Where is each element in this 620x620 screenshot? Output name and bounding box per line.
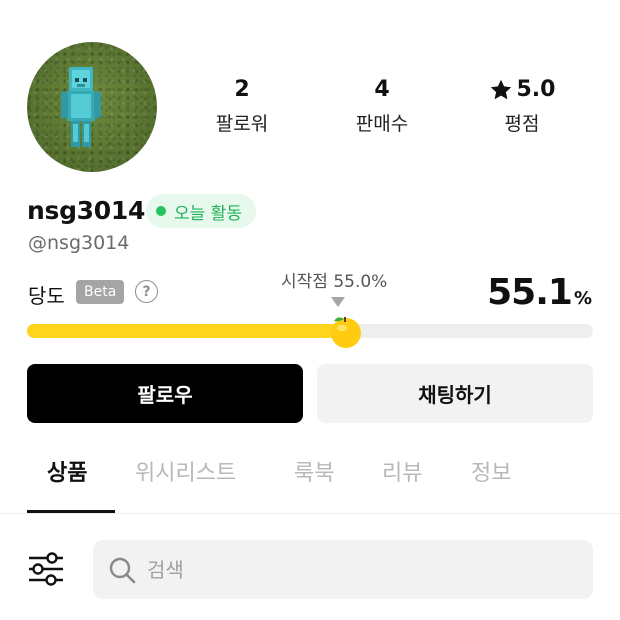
- stat-label: 판매수: [355, 113, 409, 135]
- stat-followers[interactable]: 2 팔로워: [182, 76, 302, 138]
- sweetness-number: 55.1: [487, 272, 573, 313]
- stat-value: 2: [234, 77, 250, 102]
- username: nsg3014: [27, 196, 146, 225]
- stat-label: 평점: [504, 113, 540, 135]
- help-icon[interactable]: ?: [135, 280, 158, 303]
- tab-wishlist[interactable]: 위시리스트: [135, 455, 236, 487]
- stat-rating[interactable]: 5.0 평점: [462, 76, 582, 138]
- lemon-icon: [331, 317, 361, 348]
- user-handle: @nsg3014: [28, 232, 130, 254]
- sweetness-bar: [27, 324, 593, 338]
- active-tab-indicator: [27, 510, 115, 513]
- activity-badge: 오늘 활동: [146, 194, 256, 228]
- stat-value: 5.0: [516, 77, 556, 102]
- follow-button[interactable]: 팔로우: [27, 364, 303, 423]
- activity-badge-label: 오늘 활동: [174, 203, 242, 224]
- profile-tabs: 상품 위시리스트 룩북 리뷰 정보: [0, 440, 620, 514]
- tab-info[interactable]: 정보: [471, 455, 511, 487]
- profile-stats: 2 팔로워 4 판매수 5.0 평점: [180, 76, 610, 146]
- sweetness-bar-fill: [27, 324, 339, 338]
- stat-value: 4: [374, 77, 390, 102]
- star-icon: [490, 79, 511, 100]
- chat-button[interactable]: 채팅하기: [317, 364, 593, 423]
- start-point-marker-icon: [331, 297, 345, 307]
- beta-badge: Beta: [76, 280, 125, 304]
- sweetness-label: 당도: [28, 284, 65, 308]
- online-dot-icon: [156, 206, 166, 216]
- search-icon: [109, 557, 136, 583]
- filter-icon[interactable]: [27, 550, 65, 588]
- stat-sales[interactable]: 4 판매수: [322, 76, 442, 138]
- stat-label: 팔로워: [215, 113, 269, 135]
- search-bar[interactable]: [93, 540, 593, 599]
- sweetness-value: 55.1 %: [487, 272, 592, 313]
- tab-lookbook[interactable]: 룩북: [294, 455, 334, 487]
- avatar[interactable]: [27, 42, 157, 172]
- tab-products[interactable]: 상품: [47, 455, 87, 487]
- avatar-character-image: [61, 67, 101, 147]
- search-input[interactable]: [147, 557, 547, 582]
- sweetness-unit: %: [573, 288, 592, 309]
- start-point-label: 시작점 55.0%: [281, 272, 388, 292]
- tab-reviews[interactable]: 리뷰: [382, 455, 422, 487]
